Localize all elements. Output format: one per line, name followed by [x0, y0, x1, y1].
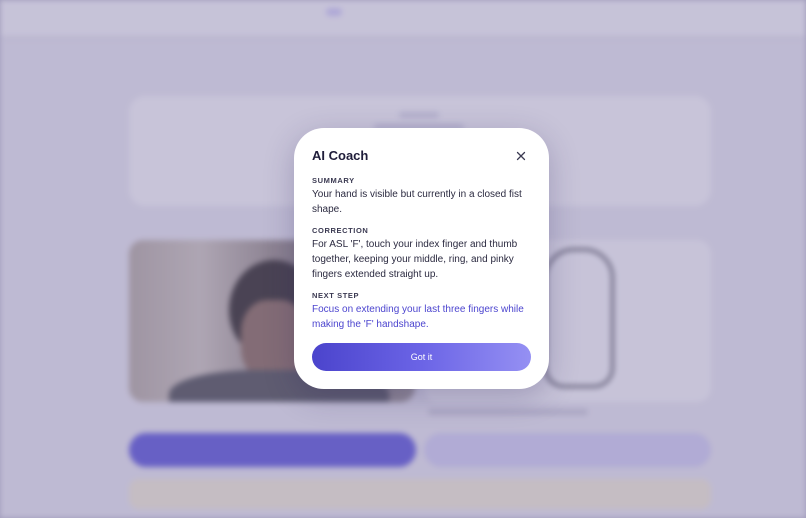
ai-coach-modal: AI Coach SUMMARY Your hand is visible bu… [294, 128, 549, 389]
next-step-label: NEXT STEP [312, 291, 360, 300]
summary-text: Your hand is visible but currently in a … [312, 189, 522, 215]
close-button[interactable] [513, 148, 529, 164]
close-icon [516, 151, 526, 161]
correction-text: For ASL 'F', touch your index finger and… [312, 239, 518, 280]
next-step-text: Focus on extending your last three finge… [312, 304, 524, 330]
modal-title: AI Coach [312, 148, 369, 163]
correction-label: CORRECTION [312, 226, 369, 235]
summary-label: SUMMARY [312, 176, 355, 185]
got-it-button[interactable]: Got it [312, 343, 531, 371]
